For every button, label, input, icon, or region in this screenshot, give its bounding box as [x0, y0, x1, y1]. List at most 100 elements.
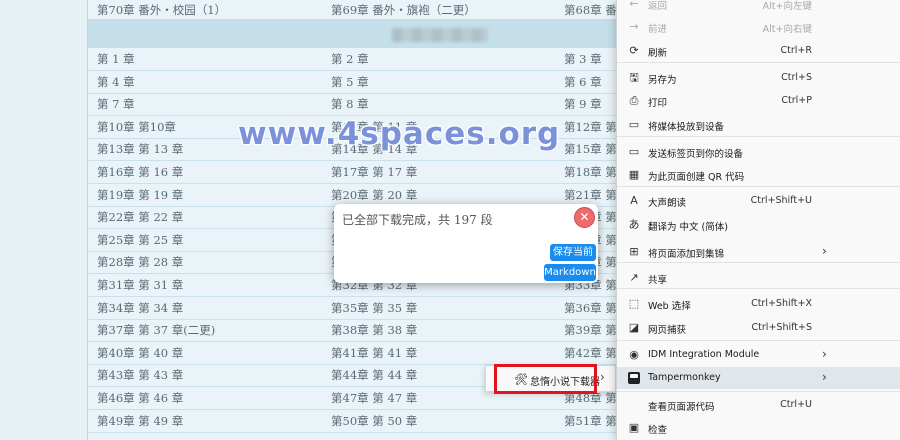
menu-item-label: 另存为 [648, 75, 677, 86]
dialog-message: 已全部下载完成，共 197 段 [342, 213, 493, 227]
save-current-button[interactable]: 保存当前 [550, 244, 596, 261]
chapter-link[interactable]: 第10章 第10章 [97, 119, 176, 135]
chapter-link[interactable]: 第43章 第 43 章 [97, 367, 183, 383]
chevron-right-icon: › [600, 370, 605, 384]
chapter-link[interactable]: 第21章 第 21 [564, 187, 617, 203]
menu-item-cast-media[interactable]: ▭ 将媒体投放到设备 [617, 114, 900, 136]
menu-item-refresh[interactable]: ⟳ 刷新 Ctrl+R [617, 40, 900, 62]
chapter-link[interactable]: 第 4 章 [97, 74, 135, 90]
chapter-link[interactable]: 第31章 第 31 章 [97, 277, 183, 293]
menu-item-label: Web 选择 [648, 301, 691, 312]
chapter-link[interactable]: 第 7 章 [97, 96, 135, 112]
table-row: 第40章 第 40 章 第41章 第 41 章 第42章 第 42 [88, 343, 617, 365]
chapter-link[interactable]: 第 5 章 [331, 74, 369, 90]
chapter-link[interactable]: 第38章 第 38 章 [331, 322, 417, 338]
menu-item-back[interactable]: ← 返回 Alt+向左键 [617, 0, 900, 15]
menu-item-label: 网页捕获 [648, 325, 687, 336]
cast-icon: ▭ [628, 118, 640, 131]
table-row: 第49章 第 49 章 第50章 第 50 章 第51章 第 51 [88, 411, 617, 433]
menu-item-save-as[interactable]: 🖫 另存为 Ctrl+S [617, 67, 900, 89]
table-row: 第 1 章 第 2 章 第 3 章 [88, 49, 617, 71]
chapter-link[interactable]: 第16章 第 16 章 [97, 164, 183, 180]
download-complete-dialog: 已全部下载完成，共 197 段 ✕ 保存当前 Markdown [334, 204, 598, 283]
table-row: 第 4 章 第 5 章 第 6 章 [88, 72, 617, 94]
chapter-link[interactable]: 第18章 第 18 [564, 164, 617, 180]
chapter-link[interactable]: 第 9 章 [564, 96, 602, 112]
menu-item-shortcut: Ctrl+P [781, 95, 812, 106]
context-menu: ← 返回 Alt+向左键 → 前进 Alt+向右键 ⟳ 刷新 Ctrl+R 🖫 另存为 Ctrl+S ⎙… [616, 0, 900, 440]
chapter-link[interactable]: 第22章 第 22 章 [97, 209, 183, 225]
translate-icon: あ [628, 218, 640, 231]
markdown-button[interactable]: Markdown [544, 264, 596, 281]
menu-item-label: 大声朗读 [648, 198, 687, 209]
chapter-link[interactable]: 第20章 第 20 章 [331, 187, 417, 203]
chapter-link[interactable]: 第25章 第 25 章 [97, 232, 183, 248]
chapter-link[interactable]: 第69章 番外・旗袍（二更） [331, 2, 476, 18]
menu-item-translate[interactable]: あ翻译为 中文 (简体) [617, 214, 900, 236]
close-button[interactable]: ✕ [574, 207, 595, 228]
chapter-link[interactable]: 第17章 第 17 章 [331, 164, 417, 180]
read-aloud-icon: A [630, 194, 638, 207]
chapter-link[interactable]: 第37章 第 37 章(二更) [97, 322, 215, 338]
menu-item-label: 发送标签页到你的设备 [648, 149, 744, 160]
chapter-link[interactable]: 第34章 第 34 章 [97, 300, 183, 316]
menu-item-shortcut: Ctrl+R [780, 45, 812, 56]
menu-item-share[interactable]: ↗ 共享 [617, 267, 900, 289]
chapter-link[interactable]: 第70章 番外・校园（1） [97, 2, 226, 18]
chapter-link[interactable]: 第 8 章 [331, 96, 369, 112]
idm-icon: ◉ [629, 348, 639, 361]
chapter-link[interactable]: 第 3 章 [564, 51, 602, 67]
menu-item-label: 刷新 [648, 48, 668, 59]
menu-item-tampermonkey[interactable]: Tampermonkey › [617, 367, 900, 389]
table-row: 第16章 第 16 章 第17章 第 17 章 第18章 第 18 [88, 162, 617, 184]
menu-item-send-tab[interactable]: ▭ 发送标签页到你的设备 [617, 141, 900, 163]
table-row: 第34章 第 34 章 第35章 第 35 章 第36章 第 36 [88, 298, 617, 320]
menu-item-label: 检查 [648, 425, 668, 436]
chapter-link[interactable]: 第13章 第 13 章 [97, 141, 183, 157]
menu-item-print[interactable]: ⎙ 打印 Ctrl+P [617, 90, 900, 112]
chapter-link[interactable]: 第12章 第 12 [564, 119, 617, 135]
menu-item-forward[interactable]: → 前进 Alt+向右键 [617, 16, 900, 38]
menu-item-idm-integration[interactable]: ◉ IDM Integration Module › [617, 344, 900, 366]
chapter-link[interactable]: 第46章 第 46 章 [97, 390, 183, 406]
chapter-link[interactable]: 第19章 第 19 章 [97, 187, 183, 203]
menu-item-read-aloud[interactable]: A 大声朗读 Ctrl+Shift+U [617, 190, 900, 212]
menu-item-shortcut: Ctrl+U [780, 399, 812, 410]
chapter-link[interactable]: 第39章 第 39 [564, 322, 617, 338]
chapter-link[interactable]: 第28章 第 28 章 [97, 254, 183, 270]
chapter-link[interactable]: 第35章 第 35 章 [331, 300, 417, 316]
menu-item-add-to-collections[interactable]: ⊞ 将页面添加到集锦 › [617, 241, 900, 263]
chapter-link[interactable]: 第 6 章 [564, 74, 602, 90]
chevron-right-icon: › [822, 370, 827, 384]
chapter-link[interactable]: 第15章 第 15 [564, 141, 617, 157]
chapter-link[interactable]: 第44章 第 44 章 [331, 367, 417, 383]
menu-item-create-qr[interactable]: ▦ 为此页面创建 QR 代码 [617, 164, 900, 186]
chapter-link[interactable]: 第49章 第 49 章 [97, 413, 183, 429]
chapter-link[interactable]: 第 1 章 [97, 51, 135, 67]
watermark: www.4spaces.org [238, 116, 561, 152]
qr-code-icon: ▦ [628, 168, 640, 181]
menu-item-label: 前进 [648, 24, 668, 35]
chapter-link[interactable]: 第42章 第 42 [564, 345, 617, 361]
chapter-link[interactable]: 第 2 章 [331, 51, 369, 67]
chapter-link[interactable]: 第50章 第 50 章 [331, 413, 417, 429]
volume-header [88, 19, 617, 48]
chapter-link[interactable]: 第41章 第 41 章 [331, 345, 417, 361]
menu-item-label: Tampermonkey [648, 372, 721, 383]
chapter-link[interactable]: 第68章 番外・ [564, 2, 617, 18]
table-row: 第37章 第 37 章(二更) 第38章 第 38 章 第39章 第 39 [88, 320, 617, 343]
menu-item-view-source[interactable]: 查看页面源代码 Ctrl+U [617, 394, 900, 416]
chapter-link[interactable]: 第40章 第 40 章 [97, 345, 183, 361]
menu-item-shortcut: Ctrl+S [781, 72, 812, 83]
menu-item-web-select[interactable]: ⬚ Web 选择 Ctrl+Shift+X [617, 293, 900, 315]
menu-separator [617, 136, 900, 137]
chapter-link[interactable]: 第36章 第 36 [564, 300, 617, 316]
menu-item-inspect[interactable]: ▣ 检查 [617, 417, 900, 439]
menu-item-label: 将媒体投放到设备 [648, 122, 725, 133]
chapter-link[interactable]: 第51章 第 51 [564, 413, 617, 429]
refresh-icon: ⟳ [629, 44, 639, 57]
tampermonkey-icon [628, 372, 640, 384]
chapter-link[interactable]: 第47章 第 47 章 [331, 390, 417, 406]
menu-item-label: 查看页面源代码 [648, 402, 715, 413]
menu-item-web-capture[interactable]: ◪ 网页捕获 Ctrl+Shift+S [617, 317, 900, 339]
